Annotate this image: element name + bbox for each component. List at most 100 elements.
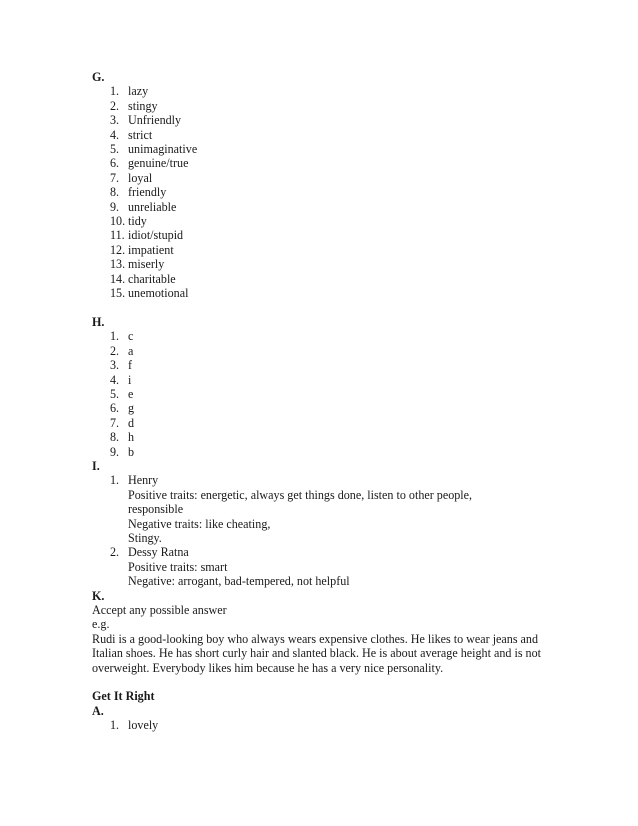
document-content: G. 1. lazy 2. stingy 3. Unfriendly 4. st…	[92, 70, 546, 733]
detail-line: Negative: arrogant, bad-tempered, not he…	[128, 574, 350, 589]
list-number: 14.	[110, 271, 126, 286]
list-item: 8. friendly	[92, 185, 546, 199]
answer-list-g: 1. lazy 2. stingy 3. Unfriendly 4. stric…	[92, 84, 546, 300]
list-number: 2.	[110, 98, 120, 113]
list-text: b	[128, 444, 135, 459]
list-text: loyal	[128, 170, 153, 185]
list-item: 11. idiot/stupid	[92, 228, 546, 242]
list-item: 1. lovely	[92, 718, 546, 732]
get-it-right-heading: Get It Right	[92, 689, 155, 704]
detail-line: Positive traits: energetic, always get t…	[128, 487, 473, 502]
list-number: 11.	[110, 228, 125, 243]
list-number: 1.	[110, 329, 120, 344]
answer-list-a: 1. lovely	[92, 718, 546, 732]
list-number: 3.	[110, 358, 120, 373]
list-number: 4.	[110, 372, 120, 387]
list-item: 6. genuine/true	[92, 156, 546, 170]
list-text: c	[128, 329, 134, 344]
detail-line: Negative traits: like cheating,	[128, 516, 271, 531]
detail-line: Positive traits: smart	[128, 559, 228, 574]
list-text: unimaginative	[128, 142, 198, 157]
list-item: 14. charitable	[92, 272, 546, 286]
list-text: impatient	[128, 242, 174, 257]
list-number: 8.	[110, 185, 120, 200]
list-text: i	[128, 372, 132, 387]
list-item: 1. Henry Positive traits: energetic, alw…	[92, 473, 546, 545]
list-item: 2. a	[92, 344, 546, 358]
list-text: a	[128, 343, 134, 358]
list-text: miserly	[128, 257, 165, 272]
answer-list-h: 1. c 2. a 3. f 4. i 5. e 6. g 7. d 8. h …	[92, 329, 546, 459]
list-item: 3. f	[92, 358, 546, 372]
list-item: 1. lazy	[92, 84, 546, 98]
list-item: 5. e	[92, 387, 546, 401]
list-text: g	[128, 401, 135, 416]
section-letter-i: I.	[92, 458, 100, 473]
list-number: 9.	[110, 444, 120, 459]
list-item: 9. b	[92, 445, 546, 459]
list-item: 13. miserly	[92, 257, 546, 271]
list-number: 4.	[110, 127, 120, 142]
list-item: 2. Dessy Ratna Positive traits: smart Ne…	[92, 545, 546, 588]
list-number: 15.	[110, 286, 126, 301]
list-item: 6. g	[92, 401, 546, 415]
list-text: idiot/stupid	[128, 228, 184, 243]
list-item: 8. h	[92, 430, 546, 444]
list-item: 4. strict	[92, 128, 546, 142]
list-text: unemotional	[128, 286, 189, 301]
list-item: 1. c	[92, 329, 546, 343]
list-text: genuine/true	[128, 156, 189, 171]
list-text: lovely	[128, 718, 159, 733]
list-number: 2.	[110, 545, 120, 560]
list-number: 2.	[110, 343, 120, 358]
list-item: 12. impatient	[92, 243, 546, 257]
list-number: 6.	[110, 156, 120, 171]
list-text: f	[128, 358, 133, 373]
detail-line: responsible	[128, 502, 184, 517]
list-number: 9.	[110, 199, 120, 214]
list-number: 12.	[110, 242, 126, 257]
list-number: 1.	[110, 718, 120, 733]
answer-list-i: 1. Henry Positive traits: energetic, alw…	[92, 473, 546, 588]
list-number: 3.	[110, 113, 120, 128]
list-number: 13.	[110, 257, 126, 272]
list-number: 6.	[110, 401, 120, 416]
list-item: 4. i	[92, 373, 546, 387]
document-page: G. 1. lazy 2. stingy 3. Unfriendly 4. st…	[0, 0, 638, 826]
list-text: lazy	[128, 84, 149, 99]
list-item: 15. unemotional	[92, 286, 546, 300]
list-item: 2. stingy	[92, 99, 546, 113]
list-item: 10. tidy	[92, 214, 546, 228]
list-number: 10.	[110, 214, 126, 229]
list-item: 7. loyal	[92, 171, 546, 185]
eg-label: e.g.	[92, 617, 110, 632]
list-number: 7.	[110, 170, 120, 185]
list-text: tidy	[128, 214, 147, 229]
list-number: 7.	[110, 415, 120, 430]
list-text: unreliable	[128, 199, 177, 214]
list-number: 5.	[110, 386, 120, 401]
list-text: friendly	[128, 185, 167, 200]
accept-answer-note: Accept any possible answer	[92, 603, 227, 618]
list-text: h	[128, 430, 135, 445]
sample-answer-paragraph: Rudi is a good-looking boy who always we…	[92, 631, 542, 675]
section-letter-h: H.	[92, 314, 105, 329]
section-letter-g: G.	[92, 70, 105, 84]
list-text: stingy	[128, 98, 158, 113]
list-text: Unfriendly	[128, 113, 182, 128]
section-letter-a: A.	[92, 703, 104, 718]
list-text: e	[128, 386, 134, 401]
list-item: 9. unreliable	[92, 200, 546, 214]
list-number: 1.	[110, 473, 120, 488]
list-number: 5.	[110, 142, 120, 157]
list-item: 3. Unfriendly	[92, 113, 546, 127]
list-text: d	[128, 415, 135, 430]
detail-line: Stingy.	[128, 530, 162, 545]
list-number: 8.	[110, 430, 120, 445]
section-letter-k: K.	[92, 588, 105, 603]
list-item: 5. unimaginative	[92, 142, 546, 156]
list-item: 7. d	[92, 416, 546, 430]
list-text: Dessy Ratna	[128, 545, 189, 560]
